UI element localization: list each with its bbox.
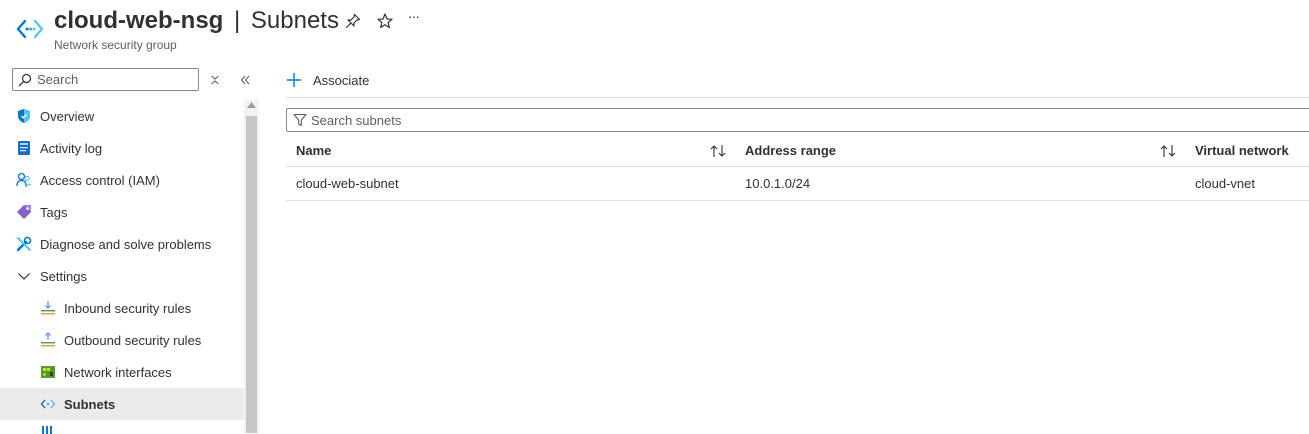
page-header: cloud-web-nsg | Subnets Network security… [0,0,1309,58]
subnet-search-input[interactable] [311,112,1211,129]
cell-address-range: 10.0.1.0/24 [745,176,811,191]
chevron-down-icon [18,273,30,280]
resource-name: cloud-web-nsg [54,7,224,34]
menu-item-subnets[interactable]: Subnets [0,388,244,420]
iam-users-icon [16,172,32,188]
inbound-rules-icon [41,301,55,315]
pin-button[interactable] [344,12,364,32]
menu-item-label: Subnets [64,396,116,412]
column-header-virtual-network[interactable]: Virtual network [1195,134,1289,166]
menu-item-access-control[interactable]: Access control (IAM) [0,164,244,196]
subnet-filter[interactable] [286,108,1309,132]
search-icon [18,73,32,87]
pin-icon [345,13,361,29]
menu-item-label: Access control (IAM) [40,172,160,188]
menu-item-outbound-rules[interactable]: Outbound security rules [0,324,244,356]
menu-group-label: Settings [40,268,87,284]
column-header-name[interactable]: Name [296,134,331,166]
title-separator: | [234,7,241,34]
scroll-up-arrow-icon[interactable] [247,102,256,108]
menu-item-label: Outbound security rules [64,332,202,348]
main-content: Associate Name Address range Virtual net… [260,58,1309,433]
menu-item-label: Activity log [40,140,103,156]
overview-shield-icon [18,109,30,123]
menu-item-diagnose[interactable]: Diagnose and solve problems [0,228,244,260]
menu-item-activity-log[interactable]: Activity log [0,132,244,164]
resource-menu: Overview Activity log Access control (IA… [0,58,260,434]
favorite-button[interactable] [376,12,396,32]
network-interface-icon [41,366,55,378]
subnet-icon [40,399,56,409]
outbound-rules-icon [41,332,55,347]
subnets-table: Name Address range Virtual network cloud… [286,134,1309,201]
more-actions-button[interactable]: ··· [408,8,428,28]
menu-item-next-partial[interactable] [0,420,244,434]
menu-item-inbound-rules[interactable]: Inbound security rules [0,292,244,324]
menu-item-label: Diagnose and solve problems [40,236,212,252]
scrollbar-thumb[interactable] [246,116,257,433]
blade-title: Subnets [250,7,339,34]
page-title: cloud-web-nsg | Subnets [54,6,339,36]
expand-collapse-icon [211,75,219,85]
menu-item-tags[interactable]: Tags [0,196,244,228]
resource-type: Network security group [54,38,177,52]
filter-icon [293,113,307,127]
menu-item-label: Overview [40,108,95,124]
menu-scrollbar[interactable] [244,100,259,433]
star-icon [377,13,393,29]
column-header-address-range[interactable]: Address range [745,134,836,166]
sort-icon[interactable] [709,143,727,159]
menu-item-label: Network interfaces [64,364,172,380]
plus-icon [287,73,301,87]
associate-label: Associate [313,72,370,88]
cell-virtual-network: cloud-vnet [1195,176,1255,191]
wrench-icon [16,236,32,252]
menu-group-settings[interactable]: Settings [0,260,244,292]
menu-nav: Overview Activity log Access control (IA… [0,100,244,434]
ellipsis-icon: ··· [408,8,420,24]
sort-icon[interactable] [1159,143,1177,159]
table-header-row: Name Address range Virtual network [286,134,1309,167]
nsg-resource-icon [16,19,44,39]
menu-item-label: Inbound security rules [64,300,192,316]
double-chevron-left-icon [240,75,250,85]
menu-item-network-interfaces[interactable]: Network interfaces [0,356,244,388]
menu-search-input[interactable] [37,71,195,88]
expand-collapse-button[interactable] [207,72,223,88]
toolbar-divider [286,97,1309,98]
cell-subnet-name: cloud-web-subnet [296,176,399,191]
collapse-menu-button[interactable] [237,72,253,88]
tag-icon [17,205,31,219]
menu-item-overview[interactable]: Overview [0,100,244,132]
associate-button[interactable]: Associate [286,68,369,92]
table-row[interactable]: cloud-web-subnet 10.0.1.0/24 cloud-vnet [286,167,1309,201]
activity-log-icon [18,141,30,155]
menu-search[interactable] [12,68,199,91]
menu-item-label: Tags [40,204,68,220]
